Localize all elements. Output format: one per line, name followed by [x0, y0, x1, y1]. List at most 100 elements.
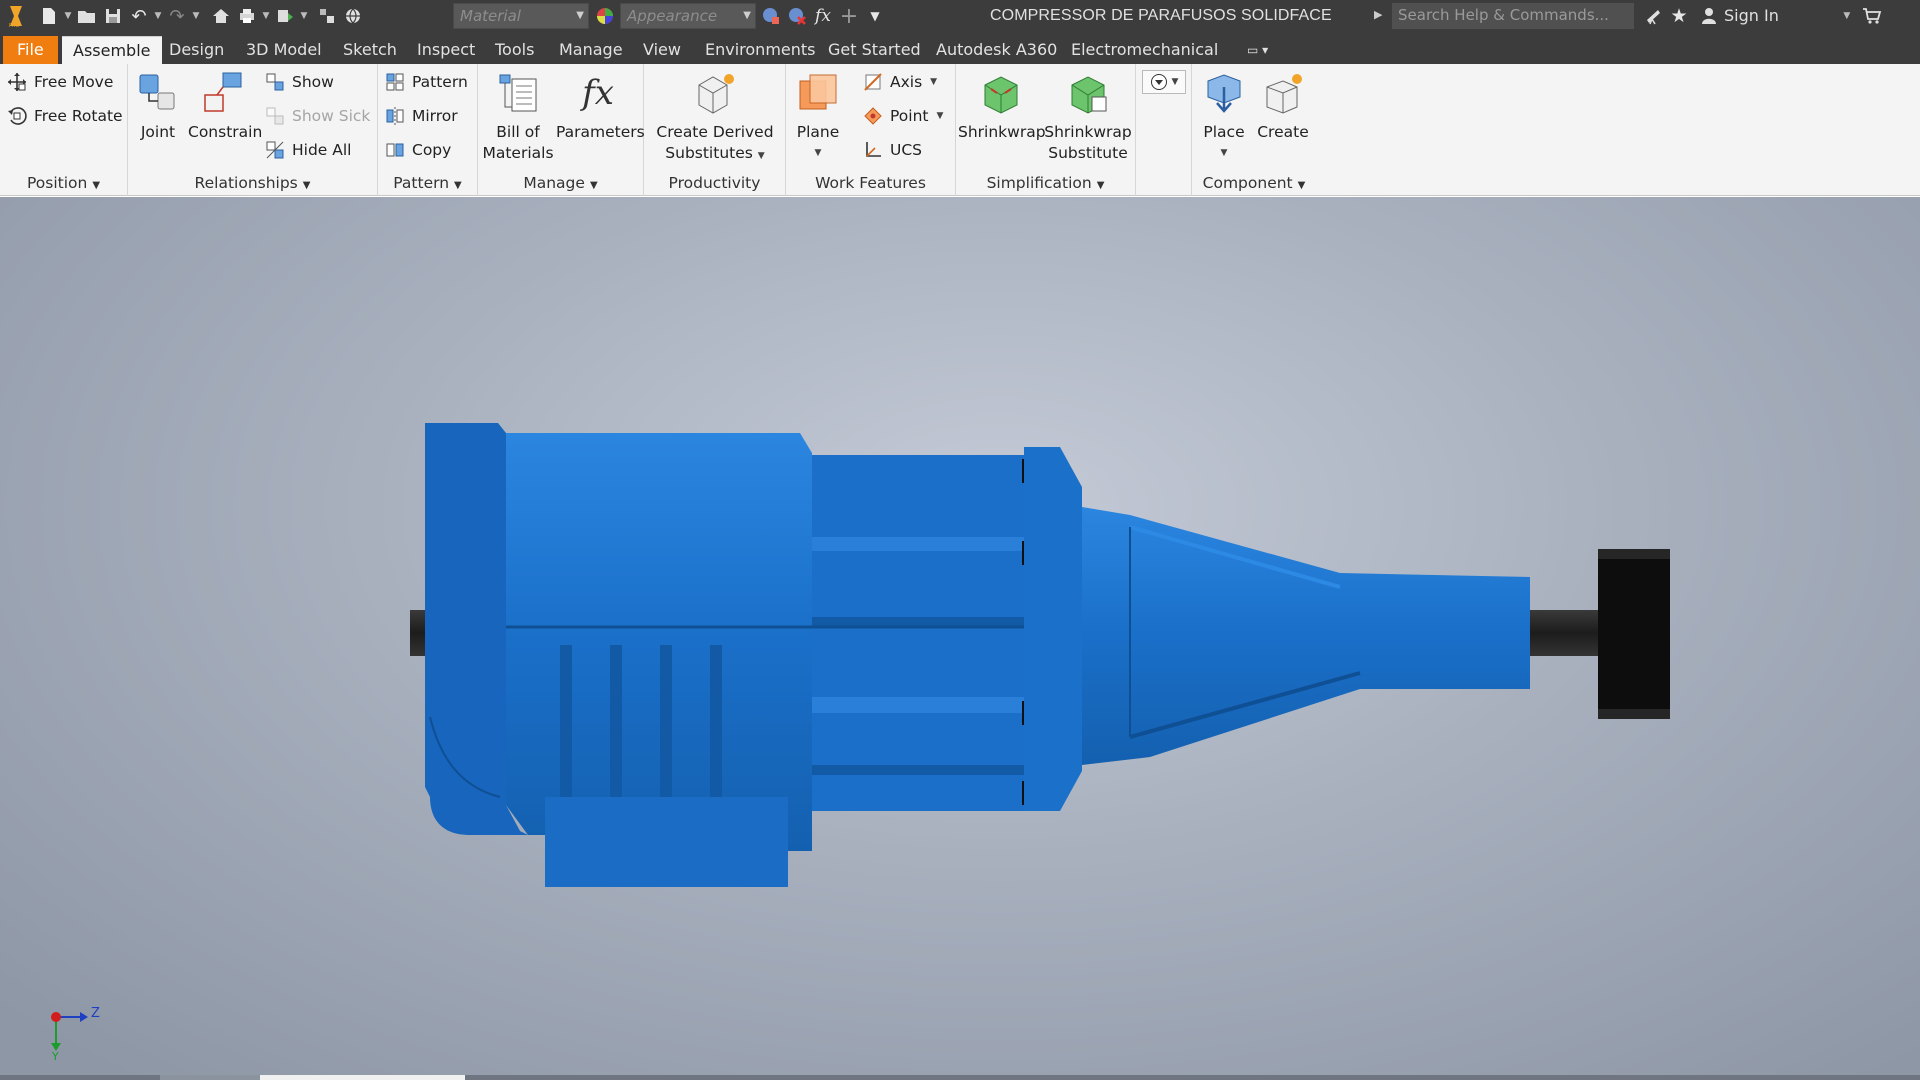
- copy-button[interactable]: Copy: [384, 136, 451, 164]
- axis-triad[interactable]: Z Y: [46, 1003, 106, 1063]
- plane-label: Plane: [796, 123, 840, 141]
- tab-3d-model[interactable]: 3D Model: [235, 36, 333, 64]
- sign-in-dropdown-icon[interactable]: ▼: [1841, 0, 1853, 32]
- open-folder-icon[interactable]: [74, 0, 100, 32]
- free-move-label: Free Move: [34, 73, 114, 91]
- create-derived-substitutes-button[interactable]: Create Derived Substitutes ▼: [648, 66, 782, 167]
- extra-dropdown-button[interactable]: ▼: [1142, 70, 1186, 94]
- panel-title-pattern[interactable]: Pattern ▼: [378, 174, 477, 192]
- mirror-button[interactable]: Mirror: [384, 102, 458, 130]
- derived-label-line1: Create Derived: [656, 123, 774, 141]
- ribbon-display-toggle-icon[interactable]: ▭ ▾: [1236, 36, 1279, 64]
- compressor-model[interactable]: [0, 197, 1920, 1080]
- bill-of-materials-button[interactable]: Bill of Materials: [482, 66, 554, 164]
- fx-icon: fx: [582, 72, 614, 113]
- mid-housing: [812, 455, 1024, 811]
- mirror-label: Mirror: [412, 107, 458, 125]
- axis-button[interactable]: Axis ▼: [862, 68, 937, 96]
- save-icon[interactable]: [100, 0, 126, 32]
- shrinkwrap-substitute-button[interactable]: Shrinkwrap Substitute: [1044, 66, 1132, 164]
- joint-label: Joint: [140, 123, 176, 141]
- favorites-star-icon[interactable]: ★: [1666, 0, 1692, 32]
- adjust-appearance-icon[interactable]: [758, 0, 784, 32]
- search-expand-icon[interactable]: ▶: [1374, 8, 1382, 21]
- panel-component: Place ▼ Create Component ▼: [1192, 64, 1316, 196]
- hide-all-button[interactable]: Hide All: [264, 136, 351, 164]
- tab-get-started[interactable]: Get Started: [817, 36, 932, 64]
- pattern-button[interactable]: Pattern: [384, 68, 468, 96]
- home-icon[interactable]: [208, 0, 234, 32]
- chevron-down-icon: ▼: [454, 180, 462, 191]
- ucs-button[interactable]: UCS: [862, 136, 922, 164]
- free-rotate-button[interactable]: Free Rotate: [6, 102, 123, 130]
- tab-manage[interactable]: Manage: [548, 36, 634, 64]
- tab-file[interactable]: File: [3, 36, 58, 64]
- select-icon[interactable]: [314, 0, 340, 32]
- print-icon[interactable]: [234, 0, 260, 32]
- customize-qa-icon[interactable]: ▼: [862, 0, 888, 32]
- point-button[interactable]: Point ▼: [862, 102, 943, 130]
- panel-title-productivity: Productivity: [668, 174, 761, 192]
- globe-icon[interactable]: [340, 0, 366, 32]
- tab-electromechanical[interactable]: Electromechanical: [1060, 36, 1229, 64]
- fx-parameters-icon[interactable]: fx: [810, 0, 836, 32]
- update-icon[interactable]: [272, 0, 298, 32]
- panel-title-position-text: Position: [26, 174, 88, 192]
- sw-sub-label-line2: Substitute: [1048, 144, 1128, 162]
- panel-title-work-features: Work Features: [815, 174, 926, 192]
- output-shaft: [1530, 610, 1600, 656]
- tab-tools[interactable]: Tools: [484, 36, 545, 64]
- panel-title-component[interactable]: Component ▼: [1192, 174, 1316, 192]
- appearance-combo[interactable]: Appearance ▼: [620, 3, 756, 29]
- panel-title-position[interactable]: Position ▼: [0, 174, 127, 192]
- pulley[interactable]: [1598, 549, 1670, 719]
- print-dropdown-icon[interactable]: ▼: [260, 0, 272, 32]
- show-relationship-icon: [264, 71, 286, 93]
- clear-appearance-icon[interactable]: [784, 0, 810, 32]
- show-sick-button[interactable]: Show Sick: [264, 102, 370, 130]
- show-button[interactable]: Show: [264, 68, 334, 96]
- panel-title-relationships[interactable]: Relationships ▼: [128, 174, 377, 192]
- redo-dropdown-icon[interactable]: ▼: [190, 0, 202, 32]
- user-icon[interactable]: [1696, 0, 1722, 32]
- tab-sketch[interactable]: Sketch: [332, 36, 408, 64]
- shrinkwrap-button[interactable]: Shrinkwrap: [958, 66, 1046, 143]
- tab-assemble[interactable]: Assemble: [62, 36, 162, 64]
- undo-icon[interactable]: ↶: [126, 0, 152, 32]
- panel-title-simplification[interactable]: Simplification ▼: [956, 174, 1135, 192]
- tab-design[interactable]: Design: [158, 36, 235, 64]
- plus-icon[interactable]: +: [836, 0, 862, 32]
- tab-inspect[interactable]: Inspect: [406, 36, 486, 64]
- place-button[interactable]: Place ▼: [1196, 66, 1252, 164]
- plane-button[interactable]: Plane ▼: [790, 66, 846, 164]
- undo-dropdown-icon[interactable]: ▼: [152, 0, 164, 32]
- update-dropdown-icon[interactable]: ▼: [298, 0, 310, 32]
- bottom-block: [545, 797, 788, 887]
- constrain-button[interactable]: Constrain: [188, 66, 262, 143]
- joint-button[interactable]: Joint: [132, 66, 184, 143]
- material-combo[interactable]: Material ▼: [453, 3, 589, 29]
- bill-of-materials-icon: [495, 70, 541, 116]
- tab-autodesk-a360[interactable]: Autodesk A360: [925, 36, 1068, 64]
- app-logo-icon[interactable]: PRO: [0, 0, 32, 32]
- pattern-label: Pattern: [412, 73, 468, 91]
- telescope-icon[interactable]: [1640, 0, 1666, 32]
- redo-icon[interactable]: ↷: [164, 0, 190, 32]
- create-button[interactable]: Create: [1254, 66, 1312, 143]
- tab-environments[interactable]: Environments: [694, 36, 827, 64]
- panel-title-manage[interactable]: Manage ▼: [478, 174, 643, 192]
- triad-z-label: Z: [91, 1006, 100, 1021]
- tab-view[interactable]: View: [632, 36, 692, 64]
- graphics-viewport[interactable]: [0, 197, 1920, 1080]
- free-move-button[interactable]: Free Move: [6, 68, 113, 96]
- ucs-icon: [862, 139, 884, 161]
- sign-in-link[interactable]: Sign In: [1724, 0, 1779, 32]
- chevron-down-icon: ▼: [930, 77, 938, 87]
- joint-icon: [135, 70, 181, 116]
- cart-icon[interactable]: [1859, 0, 1885, 32]
- parameters-button[interactable]: fx Parameters: [556, 66, 645, 143]
- search-input[interactable]: Search Help & Commands...: [1392, 3, 1634, 29]
- new-dropdown-icon[interactable]: ▼: [62, 0, 74, 32]
- panel-relationships: Joint Constrain Show Show Sick Hide All …: [128, 64, 378, 196]
- new-file-icon[interactable]: [36, 0, 62, 32]
